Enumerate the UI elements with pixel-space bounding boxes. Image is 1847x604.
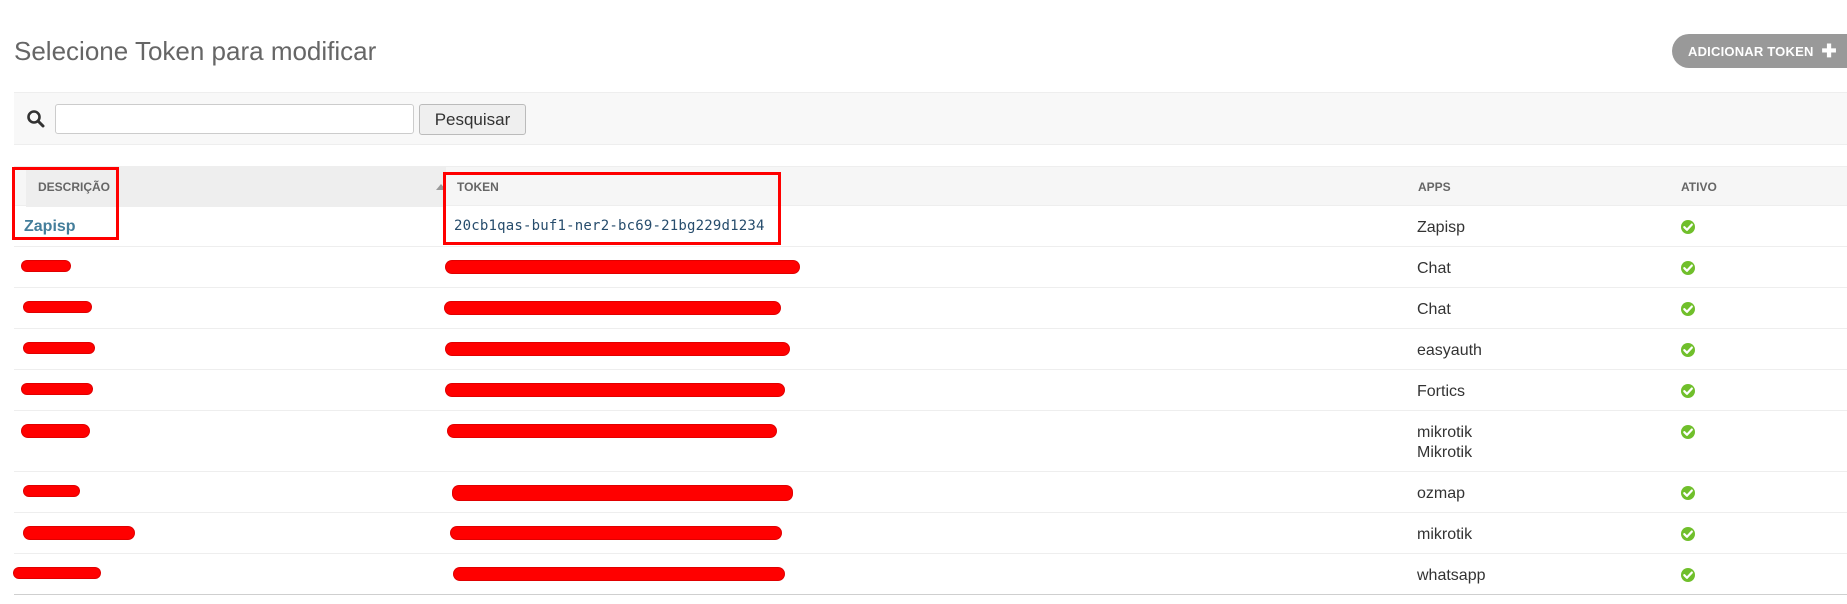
- column-header-apps: APPS: [1418, 180, 1451, 194]
- column-header-ativo: ATIVO: [1681, 180, 1717, 194]
- redaction-mark: [24, 527, 134, 539]
- app-name: Mikrotik: [1417, 444, 1473, 461]
- redaction-mark: [22, 425, 89, 437]
- redaction-mark: [451, 527, 781, 539]
- table-row[interactable]: Chat: [14, 288, 1847, 329]
- table-row[interactable]: whatsapp: [14, 554, 1847, 595]
- search-button[interactable]: Pesquisar: [419, 104, 526, 135]
- active-check-icon: [1681, 220, 1695, 234]
- table-bottom-border: [14, 594, 1847, 595]
- row-apps: Chat: [1417, 259, 1451, 279]
- redaction-mark: [445, 302, 780, 314]
- redaction-mark: [446, 261, 799, 273]
- highlight-box-token: [443, 172, 781, 245]
- highlight-box-descricao: [12, 167, 119, 240]
- app-name: Chat: [1417, 260, 1451, 277]
- active-check-icon: [1681, 343, 1695, 357]
- row-apps: Chat: [1417, 300, 1451, 320]
- table-body: Zapisp 20cb1qas-buf1-ner2-bc69-21bg229d12…: [14, 206, 1847, 595]
- table-row[interactable]: Chat: [14, 247, 1847, 288]
- row-apps: mikrotik Mikrotik: [1417, 423, 1472, 463]
- table-header-row: DESCRIÇÃO TOKEN APPS ATIVO: [14, 166, 1847, 207]
- redaction-mark: [24, 302, 91, 312]
- table-row[interactable]: mikrotik: [14, 513, 1847, 554]
- redaction-mark: [24, 486, 79, 496]
- redaction-mark: [446, 384, 784, 396]
- redaction-mark: [22, 261, 70, 271]
- active-check-icon: [1681, 302, 1695, 316]
- table-row[interactable]: Fortics: [14, 370, 1847, 411]
- row-apps: easyauth: [1417, 341, 1482, 361]
- redaction-mark: [22, 384, 92, 394]
- app-name: Chat: [1417, 301, 1451, 318]
- search-input[interactable]: [55, 104, 414, 134]
- row-apps: Zapisp: [1417, 218, 1465, 238]
- app-name: Zapisp: [1417, 219, 1466, 236]
- redaction-mark: [446, 343, 789, 355]
- search-icon: [27, 110, 45, 128]
- app-name: Fortics: [1417, 383, 1465, 400]
- app-name: whatsapp: [1417, 567, 1486, 584]
- active-check-icon: [1681, 527, 1695, 541]
- redaction-mark: [454, 568, 784, 580]
- app-name: easyauth: [1417, 342, 1482, 359]
- redaction-mark: [14, 568, 100, 578]
- row-apps: ozmap: [1417, 484, 1465, 504]
- active-check-icon: [1681, 425, 1695, 439]
- table-row[interactable]: Zapisp 20cb1qas-buf1-ner2-bc69-21bg229d12…: [14, 206, 1847, 247]
- row-apps: mikrotik: [1417, 525, 1472, 545]
- app-name: ozmap: [1417, 485, 1466, 502]
- table-row[interactable]: ozmap: [14, 472, 1847, 513]
- table-row[interactable]: easyauth: [14, 329, 1847, 370]
- app-name: mikrotik: [1417, 526, 1473, 543]
- active-check-icon: [1681, 568, 1695, 582]
- row-apps: whatsapp: [1417, 566, 1486, 586]
- table-row[interactable]: mikrotik Mikrotik: [14, 411, 1847, 472]
- redaction-mark: [448, 425, 776, 437]
- row-apps: Fortics: [1417, 382, 1465, 402]
- redaction-mark: [453, 486, 792, 500]
- search-toolbar: Pesquisar: [14, 92, 1847, 145]
- app-name: mikrotik: [1417, 424, 1473, 441]
- page-title: Selecione Token para modificar: [14, 36, 377, 66]
- add-token-button[interactable]: ADICIONAR TOKEN ✚: [1672, 34, 1847, 68]
- active-check-icon: [1681, 261, 1695, 275]
- add-token-label: ADICIONAR TOKEN: [1688, 43, 1814, 59]
- active-check-icon: [1681, 384, 1695, 398]
- redaction-mark: [24, 343, 94, 353]
- active-check-icon: [1681, 486, 1695, 500]
- plus-icon: ✚: [1821, 41, 1837, 61]
- token-table: DESCRIÇÃO TOKEN APPS ATIVO Zapisp 20cb1qa…: [14, 166, 1847, 595]
